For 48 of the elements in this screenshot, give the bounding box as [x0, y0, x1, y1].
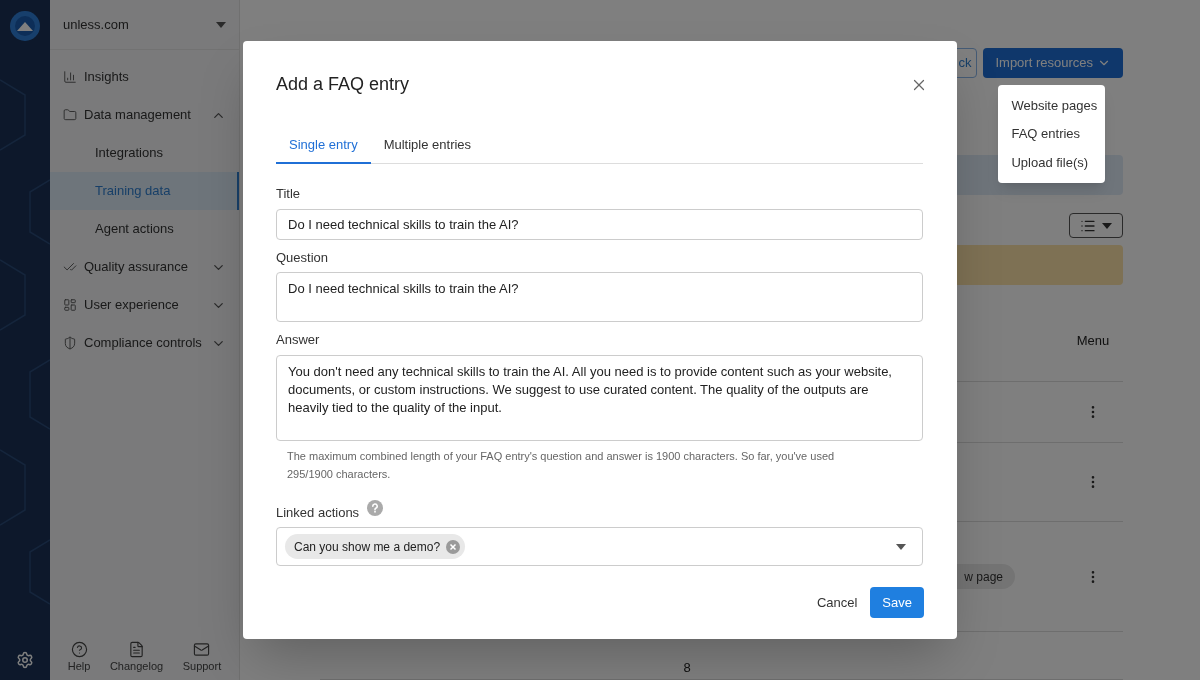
folder-icon [63, 108, 77, 122]
field-label: Linked actions [276, 503, 360, 522]
caret-icon [216, 21, 226, 28]
menu-item[interactable]: FAQ entries [998, 119, 1106, 148]
field-label: Title [276, 185, 302, 203]
workspace-selector[interactable]: unless.com [50, 0, 239, 50]
logo-icon [10, 11, 40, 41]
table-cell-text: 8 [683, 659, 691, 677]
footer-link[interactable]: Help [67, 640, 91, 674]
footer-link[interactable]: Support [182, 640, 222, 674]
menu-item[interactable]: Website pages [998, 91, 1106, 120]
sidebar-subitem[interactable]: Integrations [50, 134, 239, 172]
menu-item[interactable]: Upload file(s) [998, 148, 1106, 177]
sidebar-subitem[interactable]: Training data [50, 172, 239, 210]
column-header: Menu [1076, 331, 1110, 350]
view-toggle-button[interactable] [1069, 213, 1123, 238]
help-icon [70, 640, 88, 658]
text-area[interactable]: Do I need technical skills to train the AI? [276, 272, 923, 322]
save-button[interactable]: Save [870, 587, 924, 618]
sidebar-item[interactable]: Quality assurance [50, 248, 239, 286]
field-label: Answer [276, 331, 321, 349]
select-field[interactable]: Can you show me a demo? [276, 527, 923, 566]
tab[interactable]: Multiple entries [370, 128, 485, 164]
sidebar-item[interactable]: Data management [50, 96, 239, 134]
layout-icon [63, 298, 77, 312]
field-label: Question [276, 248, 330, 267]
shield-icon [63, 336, 77, 350]
sidebar-subitem[interactable]: Agent actions [50, 210, 239, 248]
settings-icon[interactable] [16, 651, 34, 669]
cancel-button[interactable]: Cancel [816, 587, 858, 618]
import-button[interactable]: Import resources [983, 48, 1123, 78]
footer-link[interactable]: Changelog [109, 640, 164, 674]
double-check-icon [63, 260, 77, 274]
title-input[interactable]: Do I need technical skills to train the AI? [276, 208, 923, 240]
caret-icon [896, 543, 906, 550]
hint-text: The maximum combined length of your FAQ entry's question and answer is 1900 characters. So far, you've used 295/1900 characters. [286, 448, 836, 482]
sidebar-item[interactable]: Insights [50, 58, 239, 96]
text-area[interactable]: You don't need any technical skills to train the AI. All you need is to provide content such as your website, documents, or custom instructions. We suggest to use curated content. The quality of the outputs are heavily tied to the quality of the input. [276, 354, 923, 441]
action-tag: Can you show me a demo? [285, 534, 466, 559]
tab[interactable]: Single entry [276, 128, 371, 164]
document-icon [128, 640, 146, 658]
caret-icon [1102, 222, 1112, 229]
sidebar-item[interactable]: Compliance controls [50, 324, 239, 362]
bar-chart-icon [63, 70, 77, 84]
sidebar-item[interactable]: User experience [50, 286, 239, 324]
remove-icon[interactable] [446, 539, 461, 554]
mail-icon [193, 640, 211, 658]
dialog-title: Add a FAQ entry [276, 73, 410, 96]
